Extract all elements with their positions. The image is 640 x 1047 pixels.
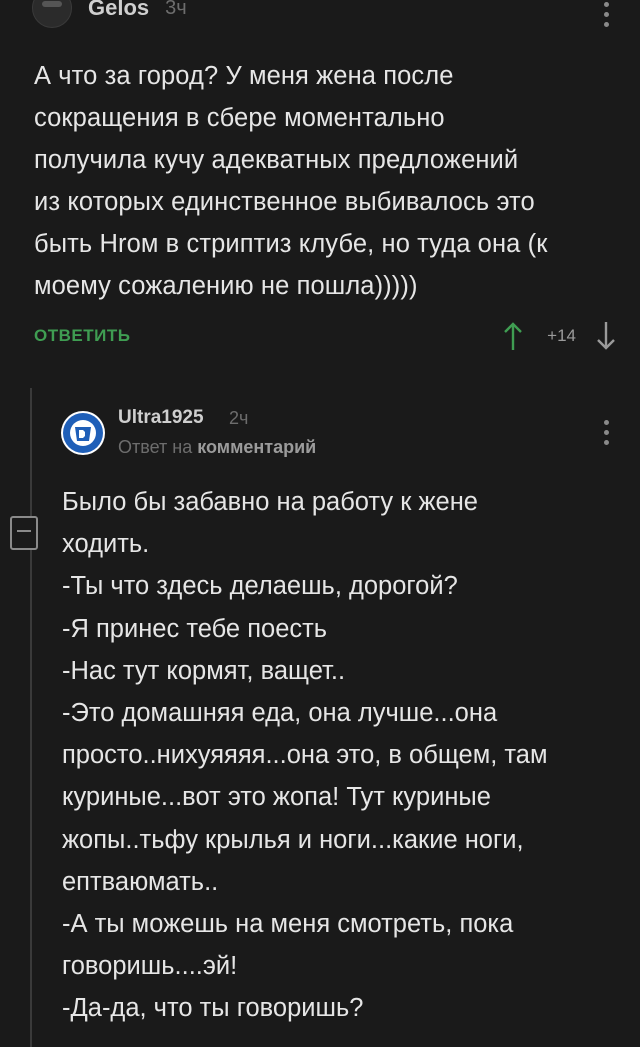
text-line: получила кучу адекватных предложений bbox=[34, 146, 519, 174]
top-comment-header: Gelos 3ч bbox=[32, 0, 610, 28]
more-options-icon[interactable] bbox=[602, 420, 610, 445]
text-line: говоришь....эй! bbox=[62, 952, 238, 981]
text-line: А что за город? У меня жена после bbox=[34, 62, 454, 90]
text-line: -Нас тут кормят, ващет.. bbox=[62, 656, 346, 685]
text-line: ходить. bbox=[62, 530, 150, 559]
text-line: моему сожалению не пошла))))) bbox=[34, 272, 418, 300]
comments-page: Gelos 3ч А что за город? У меня жена пос… bbox=[0, 0, 640, 1047]
text-line: -А ты можешь на меня смотреть, пока bbox=[62, 910, 514, 939]
reply-button[interactable]: ОТВЕТИТЬ bbox=[34, 326, 130, 346]
text-line: быть Hrом в стриптиз клубе, но туда она … bbox=[34, 230, 548, 258]
collapse-thread-button[interactable] bbox=[10, 516, 38, 550]
reply-to-line: Ответ на комментарий bbox=[118, 437, 316, 458]
reply-comment-username[interactable]: Ultra1925 bbox=[118, 407, 204, 429]
comment-rating: +14 bbox=[547, 326, 576, 345]
reply-to-prefix: Ответ на bbox=[118, 437, 193, 457]
text-line: ептваюмать.. bbox=[62, 867, 219, 896]
text-line: -Это домашняя еда, она лучше...она bbox=[62, 699, 498, 728]
top-comment-time: 3ч bbox=[165, 0, 187, 19]
avatar[interactable] bbox=[32, 0, 72, 28]
more-options-icon[interactable] bbox=[602, 2, 610, 27]
text-line: куриные...вот это жопа! Тут куриные bbox=[62, 783, 491, 812]
text-line: сокращения в сбере моментально bbox=[34, 104, 445, 132]
text-line: жопы..тьфу крылья и ноги...какие ноги, bbox=[62, 825, 524, 854]
text-line: просто..нихуяяяя...она это, в общем, там bbox=[62, 741, 548, 770]
text-line: -Ты что здесь делаешь, дорогой? bbox=[62, 572, 458, 601]
reply-comment-text: Было бы забавно на работу к жене ходить.… bbox=[62, 481, 622, 1030]
comment-actions: ОТВЕТИТЬ +14 bbox=[34, 316, 618, 356]
text-line: -Да-да, что ты говоришь? bbox=[62, 994, 364, 1023]
text-line: из которых единственное выбивалось это bbox=[34, 188, 535, 216]
upvote-arrow-icon[interactable] bbox=[501, 318, 525, 354]
downvote-arrow-icon[interactable] bbox=[594, 318, 618, 354]
top-comment-text: А что за город? У меня жена после сокращ… bbox=[34, 55, 609, 307]
text-line: Было бы забавно на работу к жене bbox=[62, 488, 478, 516]
thread-line[interactable] bbox=[30, 388, 32, 1047]
top-comment-username[interactable]: Gelos bbox=[88, 0, 149, 21]
dynamo-badge-icon[interactable] bbox=[60, 410, 106, 456]
reply-to-link[interactable]: комментарий bbox=[197, 437, 316, 457]
reply-comment-time: 2ч bbox=[229, 408, 249, 428]
text-line: -Я принес тебе поесть bbox=[62, 614, 328, 643]
vote-group: +14 bbox=[501, 318, 618, 354]
